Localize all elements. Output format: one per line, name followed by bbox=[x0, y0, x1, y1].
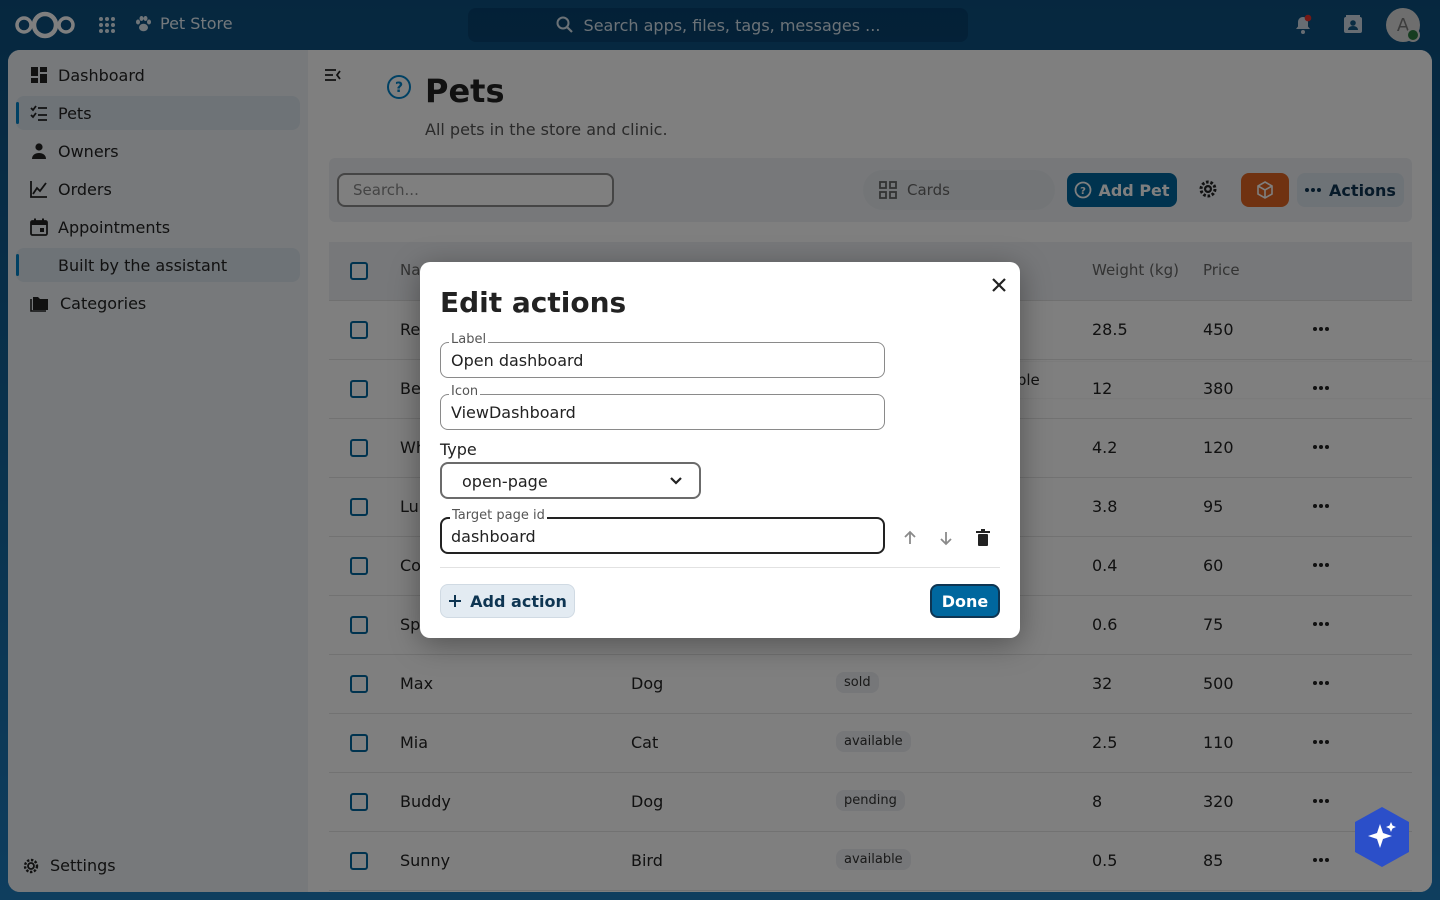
dialog-title: Edit actions bbox=[440, 286, 627, 319]
target-field-label: Target page id bbox=[450, 508, 547, 523]
add-action-button[interactable]: Add action bbox=[440, 584, 575, 618]
add-action-label: Add action bbox=[470, 591, 567, 611]
close-icon[interactable] bbox=[988, 274, 1010, 296]
type-select-value: open-page bbox=[462, 472, 548, 491]
dialog-divider bbox=[440, 567, 1000, 568]
target-field-value: dashboard bbox=[451, 527, 536, 546]
type-label: Type bbox=[440, 440, 477, 459]
icon-field[interactable]: Icon ViewDashboard bbox=[440, 384, 885, 430]
edit-actions-dialog: Edit actions Label Open dashboard Icon V… bbox=[420, 262, 1020, 638]
target-page-id-field[interactable]: Target page id dashboard bbox=[440, 508, 885, 554]
done-button[interactable]: Done bbox=[930, 584, 1000, 618]
trash-icon[interactable] bbox=[973, 528, 993, 548]
assistant-sparkle-icon[interactable] bbox=[1354, 806, 1410, 868]
label-field-value: Open dashboard bbox=[451, 351, 584, 370]
icon-field-label: Icon bbox=[449, 384, 481, 399]
icon-field-value: ViewDashboard bbox=[451, 403, 576, 422]
label-field[interactable]: Label Open dashboard bbox=[440, 332, 885, 378]
arrow-down-icon[interactable] bbox=[936, 528, 956, 548]
arrow-up-icon[interactable] bbox=[900, 528, 920, 548]
type-select[interactable]: open-page bbox=[440, 462, 701, 499]
label-field-label: Label bbox=[449, 332, 489, 347]
plus-icon bbox=[449, 595, 462, 607]
chevron-down-icon bbox=[670, 477, 682, 485]
